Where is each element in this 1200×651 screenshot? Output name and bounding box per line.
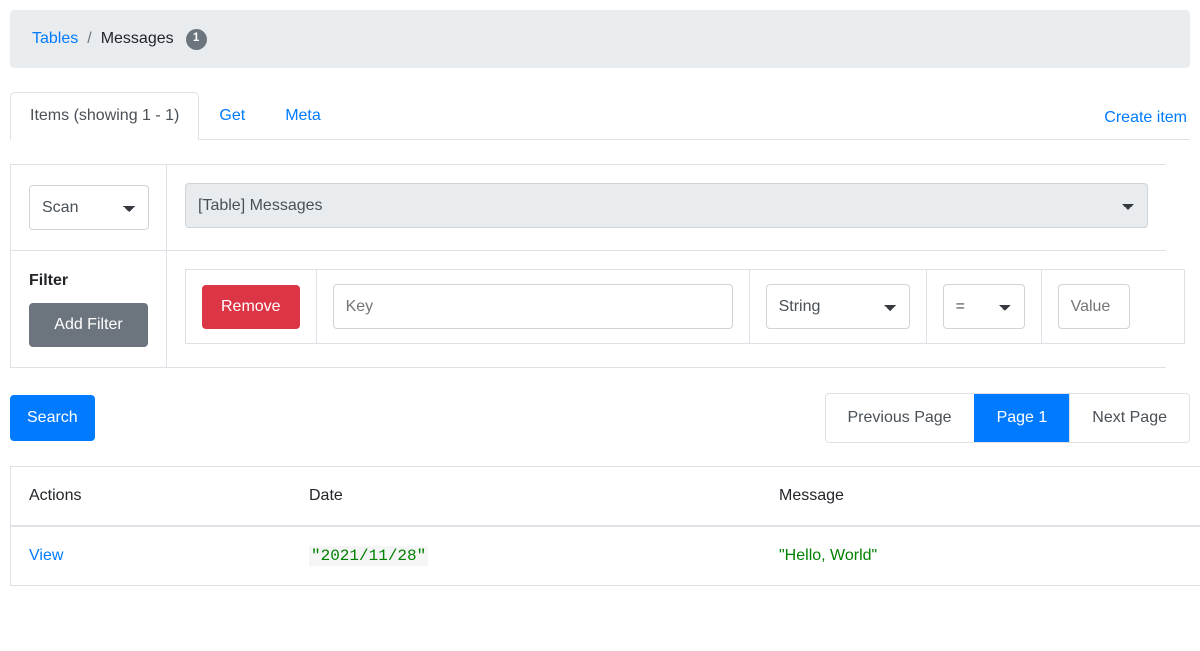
filter-condition-group: Remove String = [185,269,1185,344]
table-select[interactable]: [Table] Messages [185,183,1148,228]
tab-get[interactable]: Get [199,92,265,140]
remove-filter-button[interactable]: Remove [202,284,300,329]
page-root: Tables / Messages 1 Items (showing 1 - 1… [0,0,1200,651]
cell-message: "Hello, World" [761,526,1200,587]
operation-cell: Scan [11,165,167,250]
tab-meta[interactable]: Meta [265,92,341,140]
items-table: Actions Date Message View "2021/11/28" "… [11,467,1200,587]
filter-operator-cell: = [925,270,1041,343]
filter-row: Filter Add Filter Remove String [11,250,1185,368]
tab-bar: Items (showing 1 - 1) Get Meta Create it… [10,92,1190,140]
table-header-row: Actions Date Message [11,467,1200,528]
tab-items[interactable]: Items (showing 1 - 1) [10,92,200,140]
cell-actions: View [11,526,291,587]
search-and-pagination-row: Search Previous Page Page 1 Next Page [10,392,1190,444]
column-header-date: Date [291,467,761,528]
filter-value-cell [1040,270,1146,343]
filter-type-cell: String [748,270,926,343]
filter-heading: Filter [29,272,69,289]
table-row: View "2021/11/28" "Hello, World" [11,526,1200,587]
message-value: "Hello, World" [779,547,878,565]
items-table-body: View "2021/11/28" "Hello, World" [11,526,1200,587]
date-value: "2021/11/28" [309,546,429,567]
filter-controls-cell: Filter Add Filter [11,251,167,368]
column-header-message: Message [761,467,1200,528]
current-page-button[interactable]: Page 1 [973,394,1070,443]
column-header-actions: Actions [11,467,291,528]
previous-page-button[interactable]: Previous Page [825,394,974,443]
filter-key-input[interactable] [332,284,733,329]
add-filter-button[interactable]: Add Filter [29,303,148,348]
filter-type-select[interactable]: String [765,284,910,329]
breadcrumb-count-badge: 1 [185,28,207,50]
next-page-button[interactable]: Next Page [1069,394,1189,443]
filter-operator-select[interactable]: = [942,284,1025,329]
breadcrumb-link-tables[interactable]: Tables [32,30,78,48]
pagination: Previous Page Page 1 Next Page [824,393,1190,444]
filter-remove-cell: Remove [186,270,316,343]
cell-date: "2021/11/28" [291,526,761,587]
table-select-cell: [Table] Messages [167,165,1166,250]
query-builder-card: Scan [Table] Messages Filter Add Filter … [10,164,1185,369]
filter-key-cell [315,270,749,343]
filter-value-input[interactable] [1057,284,1130,329]
breadcrumb-current-messages: Messages [100,30,174,47]
items-table-head: Actions Date Message [11,467,1200,528]
view-item-link[interactable]: View [29,547,63,564]
results-table-container: Actions Date Message View "2021/11/28" "… [10,466,1200,587]
operation-row: Scan [Table] Messages [11,165,1166,250]
create-item-link[interactable]: Create item [1101,98,1190,138]
operation-select[interactable]: Scan [29,185,149,230]
breadcrumb: Tables / Messages 1 [10,10,1190,68]
filter-list-cell: Remove String = [167,251,1185,367]
search-button[interactable]: Search [10,395,95,442]
breadcrumb-separator: / [87,30,92,47]
